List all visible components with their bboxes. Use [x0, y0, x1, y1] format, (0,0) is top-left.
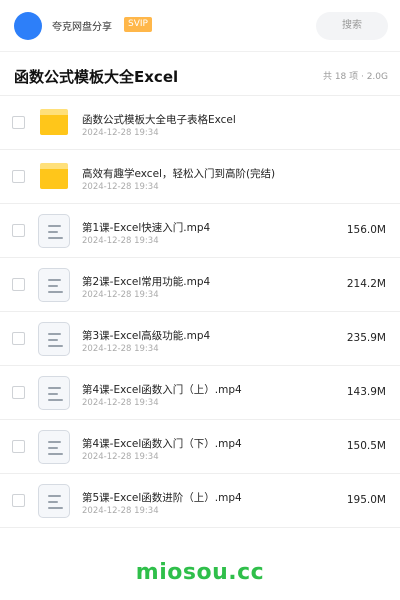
file-icon — [38, 376, 70, 410]
file-date: 2024-12-28 19:34 — [82, 290, 159, 300]
select-checkbox[interactable] — [12, 386, 25, 399]
page-title: 函数公式模板大全Excel — [14, 68, 179, 86]
file-name[interactable]: 第4课-Excel函数入门（上）.mp4 — [82, 382, 242, 397]
select-checkbox[interactable] — [12, 440, 25, 453]
file-date: 2024-12-28 19:34 — [82, 506, 159, 516]
folder-icon — [40, 109, 68, 135]
file-icon — [38, 322, 70, 356]
file-row[interactable]: 第1课-Excel快速入门.mp4 2024-12-28 19:34 156.0M — [0, 204, 400, 258]
file-name[interactable]: 第3课-Excel高级功能.mp4 — [82, 328, 210, 343]
file-row[interactable]: 第5课-Excel函数进阶（上）.mp4 2024-12-28 19:34 195.… — [0, 474, 400, 528]
select-checkbox[interactable] — [12, 224, 25, 237]
file-row[interactable]: 第4课-Excel函数入门（下）.mp4 2024-12-28 19:34 150.… — [0, 420, 400, 474]
file-date: 2024-12-28 19:34 — [82, 452, 159, 462]
file-row[interactable]: 第4课-Excel函数入门（上）.mp4 2024-12-28 19:34 143.… — [0, 366, 400, 420]
file-date: 2024-12-28 19:34 — [82, 128, 159, 138]
file-size: 150.5M — [346, 440, 386, 452]
watermark: miosou.cc — [135, 560, 265, 585]
item-count: 共 18 项 · 2.0G — [322, 72, 388, 82]
file-size: 156.0M — [346, 224, 386, 236]
file-date: 2024-12-28 19:34 — [82, 344, 159, 354]
file-size: 195.0M — [346, 494, 386, 506]
select-checkbox[interactable] — [12, 278, 25, 291]
file-name[interactable]: 第5课-Excel函数进阶（上）.mp4 — [82, 490, 242, 505]
select-checkbox[interactable] — [12, 332, 25, 345]
select-checkbox[interactable] — [12, 116, 25, 129]
file-date: 2024-12-28 19:34 — [82, 236, 159, 246]
file-size: 235.9M — [346, 332, 386, 344]
file-row[interactable]: 第3课-Excel高级功能.mp4 2024-12-28 19:34 235.9M — [0, 312, 400, 366]
file-icon — [38, 484, 70, 518]
file-date: 2024-12-28 19:34 — [82, 398, 159, 408]
file-row[interactable]: 函数公式模板大全电子表格Excel 2024-12-28 19:34 — [0, 96, 400, 150]
select-checkbox[interactable] — [12, 170, 25, 183]
file-name[interactable]: 第2课-Excel常用功能.mp4 — [82, 274, 210, 289]
file-name[interactable]: 第1课-Excel快速入门.mp4 — [82, 220, 210, 235]
file-row[interactable]: 第2课-Excel常用功能.mp4 2024-12-28 19:34 214.2M — [0, 258, 400, 312]
avatar[interactable] — [14, 12, 42, 40]
file-size: 214.2M — [346, 278, 386, 290]
app-name: 夸克网盘分享 — [52, 22, 112, 33]
file-name[interactable]: 第4课-Excel函数入门（下）.mp4 — [82, 436, 242, 451]
select-checkbox[interactable] — [12, 494, 25, 507]
file-date: 2024-12-28 19:34 — [82, 182, 159, 192]
svip-badge: SVIP — [124, 17, 152, 32]
top-bar: 夸克网盘分享 SVIP 搜索 — [0, 0, 400, 52]
search-input[interactable]: 搜索 — [316, 12, 388, 40]
file-icon — [38, 430, 70, 464]
file-list: 函数公式模板大全电子表格Excel 2024-12-28 19:34 高效有趣学ex… — [0, 96, 400, 528]
folder-icon — [40, 163, 68, 189]
file-name[interactable]: 高效有趣学excel，轻松入门到高阶(完结) — [82, 166, 275, 181]
share-header: 函数公式模板大全Excel 共 18 项 · 2.0G — [0, 52, 400, 96]
file-icon — [38, 268, 70, 302]
file-row[interactable]: 高效有趣学excel，轻松入门到高阶(完结) 2024-12-28 19:34 — [0, 150, 400, 204]
file-size: 143.9M — [346, 386, 386, 398]
file-name[interactable]: 函数公式模板大全电子表格Excel — [82, 112, 236, 127]
file-icon — [38, 214, 70, 248]
